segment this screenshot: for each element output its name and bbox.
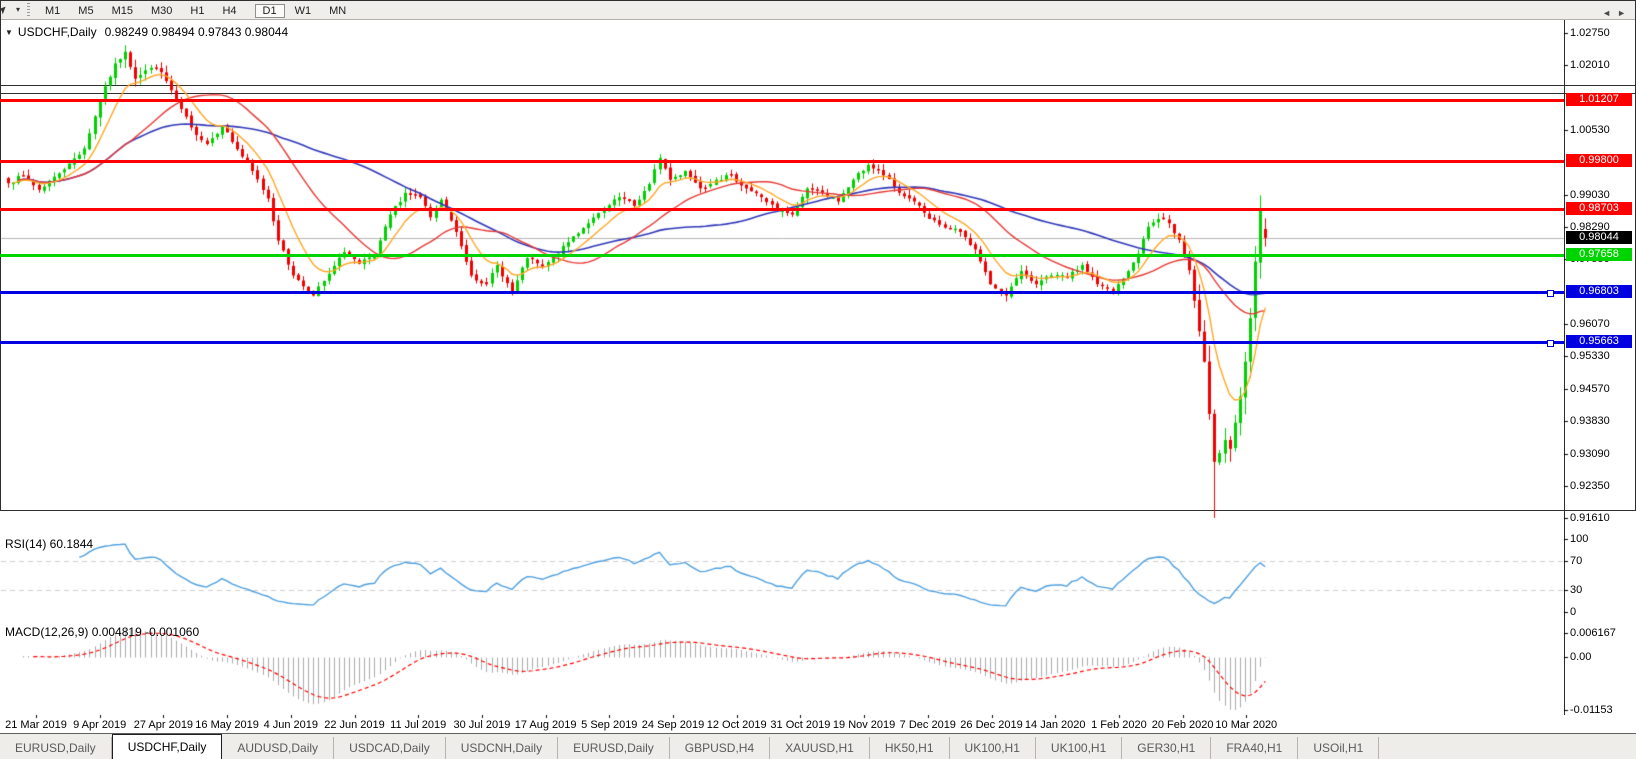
date-label: 12 Oct 2019: [706, 719, 767, 731]
price-line-tag-0.98703: 0.98703: [1566, 202, 1632, 215]
price-line-tag-0.96803: 0.96803: [1566, 285, 1632, 298]
tab-gbpusd-h4-6[interactable]: GBPUSD,H4: [670, 737, 771, 759]
macd-tick-label: 0.006167: [1570, 627, 1616, 639]
price-line-tag-0.95663: 0.95663: [1566, 335, 1632, 348]
tab-ger30-h1-11[interactable]: GER30,H1: [1122, 737, 1212, 759]
hline-0.95663[interactable]: [0, 340, 1564, 347]
date-label: 4 Jun 2019: [263, 719, 319, 731]
tab-usdcad-daily-3[interactable]: USDCAD,Daily: [334, 737, 446, 759]
tab-uk100-h1-10[interactable]: UK100,H1: [1036, 737, 1123, 759]
date-label: 27 Apr 2019: [133, 719, 194, 731]
chart-tabs: EURUSD,Daily USDCHF,Daily AUDUSD,Daily USDC…: [0, 734, 1380, 759]
date-label: 1 Feb 2020: [1091, 719, 1147, 731]
date-label: 16 May 2019: [195, 719, 259, 731]
chart-canvas[interactable]: [0, 0, 1636, 759]
date-label: 10 Mar 2020: [1215, 719, 1278, 731]
hline-handle[interactable]: [1547, 290, 1554, 297]
date-label: 20 Feb 2020: [1151, 719, 1214, 731]
date-label: 5 Sep 2019: [581, 719, 638, 731]
price-tick-label: 0.94570: [1570, 383, 1610, 395]
price-tick-label: 0.96070: [1570, 318, 1610, 330]
hline-0.98703[interactable]: [0, 208, 1564, 211]
rsi-tick-label: 100: [1570, 533, 1589, 545]
tab-uk100-h1-9[interactable]: UK100,H1: [950, 737, 1036, 759]
date-label: 14 Jan 2020: [1024, 719, 1086, 731]
date-label: 17 Aug 2019: [514, 719, 577, 731]
price-tick-label: 0.93090: [1570, 448, 1610, 460]
date-label: 9 Apr 2019: [73, 719, 127, 731]
price-tick-label: 1.02010: [1570, 59, 1610, 71]
price-tick-label: 0.91610: [1570, 512, 1610, 524]
date-label: 11 Jul 2019: [390, 719, 447, 731]
tab-usoil-h1-13[interactable]: USOil,H1: [1298, 737, 1380, 759]
tab-scroll-right-icon[interactable]: ►: [1617, 8, 1632, 18]
price-tick-label: 0.93830: [1570, 415, 1610, 427]
macd-tick-label: -0.01153: [1570, 704, 1613, 716]
macd-label: MACD(12,26,9) 0.004819 -0.001060: [5, 625, 200, 639]
tab-usdchf-daily-1[interactable]: USDCHF,Daily: [111, 734, 223, 759]
tab-xauusd-h1-7[interactable]: XAUUSD,H1: [770, 737, 870, 759]
price-tick-label: 0.95330: [1570, 350, 1610, 362]
chart-tab-bar: EURUSD,Daily USDCHF,Daily AUDUSD,Daily USDC…: [0, 733, 1636, 759]
rsi-label: RSI(14) 60.1844: [5, 537, 94, 551]
hline-0.96803[interactable]: [0, 290, 1564, 297]
hline-1.01207[interactable]: [0, 99, 1564, 102]
date-label: 22 Jun 2019: [324, 719, 385, 731]
price-line-tag-1.01207: 1.01207: [1566, 93, 1632, 106]
price-tick-label: 0.92350: [1570, 480, 1610, 492]
tab-audusd-daily-2[interactable]: AUDUSD,Daily: [222, 737, 335, 759]
tab-hk50-h1-8[interactable]: HK50,H1: [870, 737, 950, 759]
price-tick-label: 1.00530: [1570, 124, 1610, 136]
price-tick-label: 0.99030: [1570, 189, 1610, 201]
chart-title: ▼ USDCHF,Daily 0.98249 0.98494 0.97843 0…: [5, 25, 288, 39]
tab-eurusd-daily-0[interactable]: EURUSD,Daily: [0, 737, 112, 759]
date-label: 19 Nov 2019: [832, 719, 896, 731]
chart-ohlc-values: 0.98249 0.98494 0.97843 0.98044: [104, 25, 289, 39]
date-label: 31 Oct 2019: [770, 719, 831, 731]
date-label: 24 Sep 2019: [641, 719, 705, 731]
tab-fra40-h1-12[interactable]: FRA40,H1: [1211, 737, 1299, 759]
date-label: 7 Dec 2019: [899, 719, 956, 731]
hline-handle[interactable]: [1547, 340, 1554, 347]
date-label: 21 Mar 2019: [5, 719, 67, 731]
tab-scroll-arrows[interactable]: ◄►: [1602, 8, 1632, 18]
rsi-tick-label: 70: [1570, 555, 1583, 567]
hline-0.97658[interactable]: [0, 254, 1564, 257]
rsi-tick-label: 30: [1570, 584, 1583, 596]
tab-usdcnh-daily-4[interactable]: USDCNH,Daily: [446, 737, 559, 759]
hline-0.99800[interactable]: [0, 160, 1564, 163]
current-price-tag: 0.98044: [1566, 231, 1632, 244]
price-line-tag-0.99800: 0.99800: [1566, 154, 1632, 167]
chart-symbol-label: USDCHF,Daily: [17, 25, 97, 39]
price-tick-label: 1.02750: [1570, 27, 1610, 39]
trading-terminal-window: ➤ ▾ M1M5M15M30H1H4D1W1MN ▼ USDCHF,Daily …: [0, 0, 1636, 759]
macd-tick-label: 0.00: [1570, 651, 1592, 663]
tab-scroll-left-icon[interactable]: ◄: [1602, 8, 1617, 18]
collapse-chart-icon[interactable]: ▼: [5, 28, 13, 37]
tab-eurusd-daily-5[interactable]: EURUSD,Daily: [558, 737, 670, 759]
date-label: 30 Jul 2019: [453, 719, 511, 731]
date-label: 26 Dec 2019: [960, 719, 1023, 731]
rsi-tick-label: 0: [1570, 606, 1577, 618]
price-line-tag-0.97658: 0.97658: [1566, 248, 1632, 261]
